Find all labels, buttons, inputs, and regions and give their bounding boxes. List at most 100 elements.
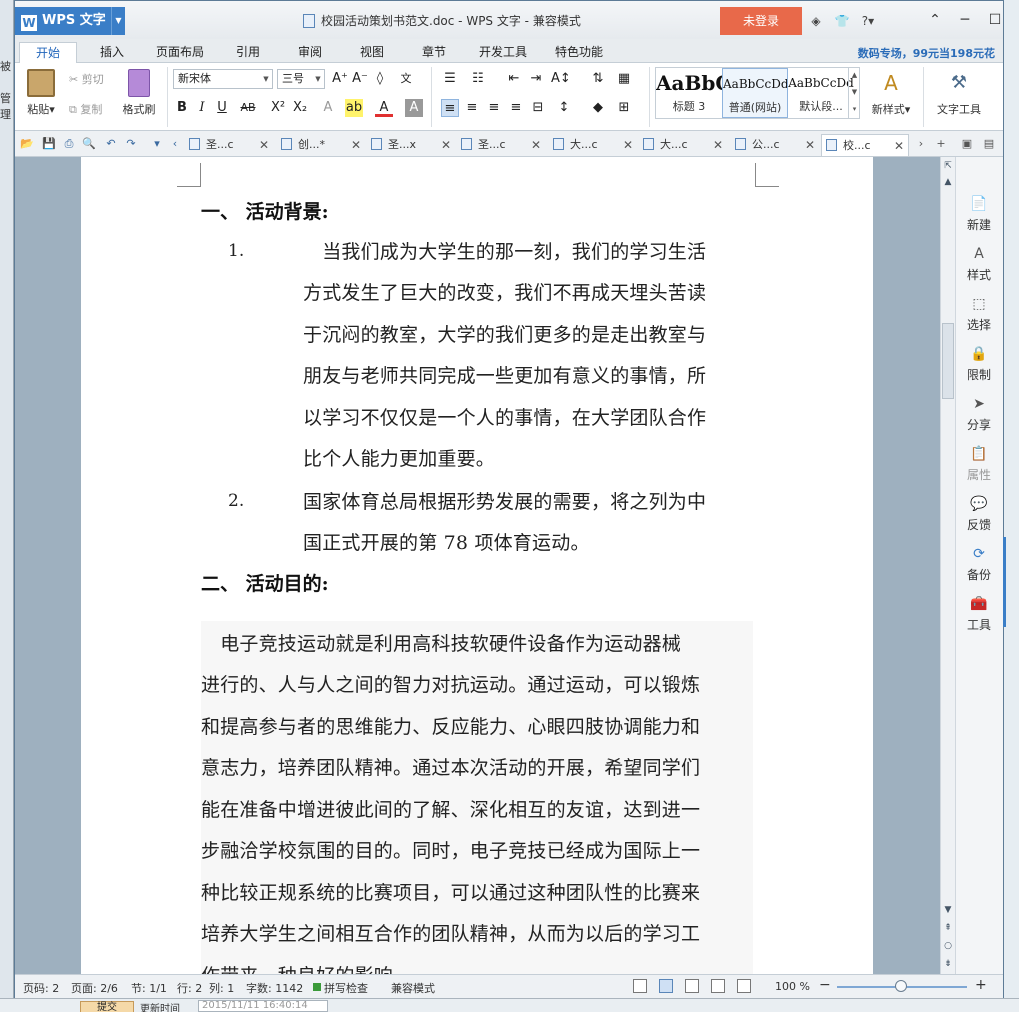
text-direction-icon[interactable]: A↕ bbox=[551, 70, 571, 88]
web-view-icon[interactable] bbox=[711, 979, 725, 993]
document-tab[interactable]: 圣...x ✕ bbox=[371, 134, 451, 156]
char-shading-icon[interactable]: A bbox=[405, 99, 423, 117]
task-restrict[interactable]: 🔒 限制 bbox=[956, 345, 1002, 383]
new-tab-icon[interactable]: + bbox=[933, 136, 949, 152]
tab-view[interactable]: 视图 bbox=[347, 42, 397, 63]
document-tab[interactable]: 大...c ✕ bbox=[553, 134, 633, 156]
sort-icon[interactable]: ⇅ bbox=[589, 70, 607, 88]
help-icon[interactable]: ?▾ bbox=[857, 11, 879, 31]
promo-link[interactable]: 数码专场，99元当198元花 bbox=[858, 45, 995, 61]
close-icon[interactable]: ✕ bbox=[259, 134, 269, 156]
tabs-right-icon[interactable]: › bbox=[913, 136, 929, 152]
collapse-ribbon-icon[interactable]: ⌃ bbox=[920, 9, 950, 31]
shrink-font-icon[interactable]: A⁻ bbox=[351, 70, 369, 88]
zoom-in-icon[interactable]: + bbox=[975, 977, 987, 993]
close-icon[interactable]: ✕ bbox=[805, 134, 815, 156]
close-icon[interactable]: ✕ bbox=[1010, 9, 1019, 31]
zoom-out-icon[interactable]: − bbox=[819, 977, 831, 993]
align-right-icon[interactable]: ≡ bbox=[485, 99, 503, 117]
bullets-icon[interactable]: ☰ bbox=[441, 70, 459, 88]
style-normal-web[interactable]: AaBbCcDd 普通(网站) bbox=[722, 68, 788, 118]
gallery-scroll[interactable]: ▲ ▼ ▾ bbox=[848, 67, 860, 119]
fullscreen-view-icon[interactable] bbox=[633, 979, 647, 993]
document-tab[interactable]: 圣...c ✕ bbox=[189, 134, 269, 156]
print-preview-icon[interactable]: 🔍 bbox=[81, 136, 97, 152]
scroll-thumb[interactable] bbox=[942, 323, 954, 399]
borders-icon[interactable]: ⊞ bbox=[615, 99, 633, 117]
increase-indent-icon[interactable]: ⇥ bbox=[527, 70, 545, 88]
task-share[interactable]: ➤ 分享 bbox=[956, 395, 1002, 433]
login-button[interactable]: 未登录 bbox=[720, 7, 802, 35]
cut-button[interactable]: ✂ 剪切 bbox=[69, 71, 104, 87]
close-icon[interactable]: ✕ bbox=[623, 134, 633, 156]
text-tools-button[interactable]: ⚒ 文字工具 bbox=[931, 69, 987, 117]
close-icon[interactable]: ✕ bbox=[894, 135, 904, 157]
format-painter-button[interactable]: 格式刷 bbox=[117, 69, 161, 117]
close-icon[interactable]: ✕ bbox=[531, 134, 541, 156]
decrease-indent-icon[interactable]: ⇤ bbox=[505, 70, 523, 88]
task-tools[interactable]: 🧰 工具 bbox=[956, 595, 1002, 633]
document-tab[interactable]: 公...c ✕ bbox=[735, 134, 815, 156]
status-pages[interactable]: 页面: 2/6 bbox=[71, 980, 118, 996]
redo-icon[interactable]: ↷ bbox=[123, 136, 139, 152]
status-spell-check[interactable]: 拼写检查 bbox=[324, 980, 368, 996]
document-tab-active[interactable]: 校...c ✕ bbox=[821, 134, 909, 156]
line-spacing-icon[interactable]: ↕ bbox=[555, 99, 573, 117]
subscript-icon[interactable]: X₂ bbox=[291, 99, 309, 117]
pinyin-icon[interactable]: 文 bbox=[397, 70, 415, 88]
close-icon[interactable]: ✕ bbox=[713, 134, 723, 156]
underline-icon[interactable]: U bbox=[213, 99, 231, 117]
zoom-slider-handle[interactable] bbox=[895, 980, 907, 992]
style-default-paragraph[interactable]: AaBbCcDd 默认段... bbox=[788, 68, 854, 118]
vertical-scrollbar[interactable]: ⇱ ▲ ▼ ⇞ ○ ⇟ bbox=[940, 157, 955, 974]
font-family-select[interactable]: 新宋体 ▼ bbox=[173, 69, 273, 89]
clear-format-icon[interactable]: ◊ bbox=[371, 70, 389, 88]
prev-page-icon[interactable]: ⇞ bbox=[941, 921, 955, 935]
task-select[interactable]: ⬚ 选择 bbox=[956, 295, 1002, 333]
zoom-level[interactable]: 100 % bbox=[775, 980, 810, 993]
scroll-up-icon[interactable]: ▲ bbox=[941, 175, 955, 189]
text-effect-icon[interactable]: A bbox=[319, 99, 337, 117]
copy-button[interactable]: ⧉ 复制 bbox=[69, 101, 102, 117]
highlight-icon[interactable]: ab bbox=[345, 99, 363, 117]
close-icon[interactable]: ✕ bbox=[351, 134, 361, 156]
tab-review[interactable]: 审阅 bbox=[285, 42, 335, 63]
tab-insert[interactable]: 插入 bbox=[87, 42, 137, 63]
browse-object-icon[interactable]: ○ bbox=[941, 939, 955, 953]
close-icon[interactable]: ✕ bbox=[441, 134, 451, 156]
font-color-icon[interactable]: A bbox=[375, 99, 393, 117]
strikethrough-icon[interactable]: AB bbox=[239, 99, 257, 117]
skin-icon[interactable]: ◈ bbox=[805, 11, 827, 31]
font-size-select[interactable]: 三号 ▼ bbox=[277, 69, 325, 89]
shirt-icon[interactable]: 👕 bbox=[831, 11, 853, 31]
align-center-icon[interactable]: ≡ bbox=[463, 99, 481, 117]
tab-options-icon[interactable]: ▤ bbox=[981, 136, 997, 152]
align-left-icon[interactable]: ≡ bbox=[441, 99, 459, 117]
document-tab[interactable]: 大...c ✕ bbox=[643, 134, 723, 156]
tab-developer[interactable]: 开发工具 bbox=[471, 42, 535, 63]
undo-icon[interactable]: ↶ bbox=[103, 136, 119, 152]
table-icon[interactable]: ▦ bbox=[615, 70, 633, 88]
style-heading3[interactable]: AaBbC 标题 3 bbox=[656, 68, 722, 118]
maximize-icon[interactable]: ☐ bbox=[980, 9, 1010, 31]
tab-page-layout[interactable]: 页面布局 bbox=[149, 42, 211, 63]
tab-features[interactable]: 特色功能 bbox=[547, 42, 611, 63]
justify-icon[interactable]: ≡ bbox=[507, 99, 525, 117]
new-style-button[interactable]: A 新样式▾ bbox=[865, 69, 917, 117]
tab-start[interactable]: 开始 bbox=[19, 42, 77, 63]
print-icon[interactable]: ⎙ bbox=[61, 136, 77, 152]
tab-chapter[interactable]: 章节 bbox=[409, 42, 459, 63]
document-page[interactable]: 一、 活动背景: 1. 当我们成为大学生的那一刻，我们的学习生活 方式发生了巨大… bbox=[81, 157, 873, 974]
minimize-icon[interactable]: ─ bbox=[950, 9, 980, 31]
task-style[interactable]: A 样式 bbox=[956, 245, 1002, 283]
status-word-count[interactable]: 字数: 1142 bbox=[246, 980, 303, 996]
grow-font-icon[interactable]: A⁺ bbox=[331, 70, 349, 88]
tab-references[interactable]: 引用 bbox=[223, 42, 273, 63]
distributed-icon[interactable]: ⊟ bbox=[529, 99, 547, 117]
page-view-icon[interactable] bbox=[659, 979, 673, 993]
background-submit-button[interactable]: 提交 bbox=[80, 1001, 134, 1012]
scroll-top-icon[interactable]: ⇱ bbox=[941, 159, 955, 173]
document-tab[interactable]: 创...* ✕ bbox=[281, 134, 361, 156]
numbering-icon[interactable]: ☷ bbox=[469, 70, 487, 88]
tabs-left-icon[interactable]: ‹ bbox=[167, 136, 183, 152]
